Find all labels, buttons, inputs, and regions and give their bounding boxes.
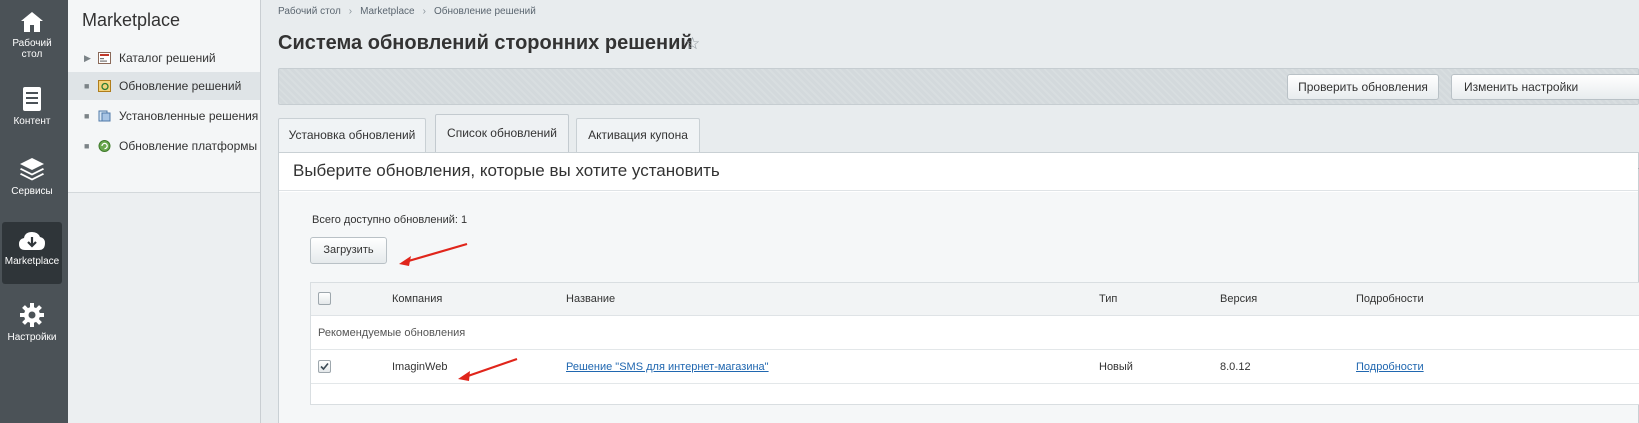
breadcrumb-item-desktop[interactable]: Рабочий стол bbox=[278, 6, 341, 17]
installed-solutions-icon bbox=[98, 110, 111, 122]
breadcrumb-separator-icon: › bbox=[348, 6, 353, 17]
page-title: Система обновлений сторонних решений bbox=[278, 32, 693, 54]
nav-content[interactable]: Контент bbox=[2, 86, 62, 136]
select-all-checkbox[interactable] bbox=[318, 292, 331, 305]
section-menu-title: Marketplace bbox=[82, 10, 181, 30]
nav-settings-label: Настройки bbox=[7, 332, 57, 343]
load-button[interactable]: Загрузить bbox=[310, 237, 387, 264]
cell-company: ImaginWeb bbox=[392, 361, 448, 373]
column-type: Тип bbox=[1099, 293, 1118, 305]
breadcrumb: Рабочий стол › Marketplace › Обновление реше… bbox=[278, 6, 536, 17]
breadcrumb-item-marketplace[interactable]: Marketplace bbox=[360, 6, 414, 17]
nav-services-label: Сервисы bbox=[11, 186, 53, 197]
update-package-icon bbox=[98, 80, 111, 92]
group-row: Рекомендуемые обновления bbox=[311, 316, 1639, 350]
submenu-item-label: Каталог решений bbox=[119, 51, 216, 65]
gear-icon bbox=[20, 303, 44, 327]
column-version: Версия bbox=[1220, 293, 1258, 305]
column-company: Компания bbox=[392, 293, 443, 305]
checkmark-icon bbox=[320, 362, 329, 371]
cell-type: Новый bbox=[1099, 361, 1133, 373]
panel-body: Всего доступно обновлений: 1 Загрузить К… bbox=[279, 192, 1639, 423]
total-updates-label: Всего доступно обновлений: bbox=[312, 214, 458, 226]
cloud-download-icon bbox=[19, 232, 45, 250]
solution-name-link[interactable]: Решение "SMS для интернет-магазина" bbox=[566, 350, 769, 384]
tab-coupon-activation[interactable]: Активация купона bbox=[576, 118, 700, 152]
nav-services[interactable]: Сервисы bbox=[2, 156, 62, 206]
toolbar: Проверить обновления Изменить настройки bbox=[278, 68, 1639, 105]
tab-update-list[interactable]: Список обновлений bbox=[435, 114, 569, 153]
submenu-item-update-solutions[interactable]: ■ Обновление решений bbox=[68, 72, 260, 100]
left-navigation: Рабочий стол Контент Сервисы Marketplace bbox=[0, 0, 68, 423]
nav-desktop-label: Рабочий стол bbox=[12, 38, 52, 60]
section-menu: Marketplace ▶ Каталог решений ■ Обновлен… bbox=[68, 0, 261, 423]
panel-header: Выберите обновления, которые вы хотите у… bbox=[279, 153, 1639, 191]
submenu-item-label: Обновление решений bbox=[119, 79, 242, 93]
table-header: Компания Название Тип Версия Подробности bbox=[311, 283, 1639, 316]
bullet-icon: ■ bbox=[84, 111, 90, 121]
main-content: Рабочий стол › Marketplace › Обновление реше… bbox=[262, 0, 1639, 423]
panel-title: Выберите обновления, которые вы хотите у… bbox=[293, 161, 720, 180]
platform-update-icon bbox=[98, 140, 111, 152]
document-icon bbox=[23, 87, 41, 111]
nav-settings[interactable]: Настройки bbox=[2, 302, 62, 352]
row-checkbox[interactable] bbox=[318, 360, 331, 373]
nav-content-label: Контент bbox=[13, 116, 51, 127]
submenu-item-catalog[interactable]: ▶ Каталог решений bbox=[68, 44, 260, 72]
home-icon bbox=[21, 12, 43, 32]
submenu-item-label: Обновление платформы bbox=[119, 139, 258, 153]
catalog-icon bbox=[98, 52, 111, 64]
details-link[interactable]: Подробности bbox=[1356, 350, 1424, 384]
group-label: Рекомендуемые обновления bbox=[318, 327, 466, 339]
bullet-icon: ■ bbox=[84, 141, 90, 151]
submenu-item-installed[interactable]: ■ Установленные решения bbox=[68, 102, 260, 130]
bullet-icon: ■ bbox=[84, 81, 90, 91]
tab-install-updates[interactable]: Установка обновлений bbox=[278, 118, 426, 152]
change-settings-button[interactable]: Изменить настройки bbox=[1451, 74, 1639, 100]
favorite-star-icon[interactable]: ☆ bbox=[685, 34, 700, 54]
column-name: Название bbox=[566, 293, 616, 305]
cell-version: 8.0.12 bbox=[1220, 361, 1251, 373]
layers-icon bbox=[20, 158, 44, 181]
nav-desktop[interactable]: Рабочий стол bbox=[2, 10, 62, 66]
submenu-item-platform-update[interactable]: ■ Обновление платформы bbox=[68, 132, 260, 160]
nav-marketplace[interactable]: Marketplace bbox=[2, 222, 62, 284]
updates-table: Компания Название Тип Версия Подробности… bbox=[310, 282, 1639, 405]
total-updates-text: Всего доступно обновлений: 1 bbox=[312, 214, 467, 226]
expand-arrow-icon[interactable]: ▶ bbox=[84, 44, 91, 72]
total-updates-count: 1 bbox=[461, 214, 468, 226]
check-updates-button[interactable]: Проверить обновления bbox=[1287, 74, 1439, 100]
nav-marketplace-label: Marketplace bbox=[4, 256, 60, 267]
column-details: Подробности bbox=[1356, 293, 1424, 305]
breadcrumb-item-current[interactable]: Обновление решений bbox=[434, 6, 536, 17]
submenu-item-label: Установленные решения bbox=[119, 109, 259, 123]
table-row: ImaginWeb Решение "SMS для интернет-мага… bbox=[311, 350, 1639, 384]
updates-panel: Выберите обновления, которые вы хотите у… bbox=[278, 152, 1639, 423]
breadcrumb-separator-icon: › bbox=[422, 6, 426, 17]
